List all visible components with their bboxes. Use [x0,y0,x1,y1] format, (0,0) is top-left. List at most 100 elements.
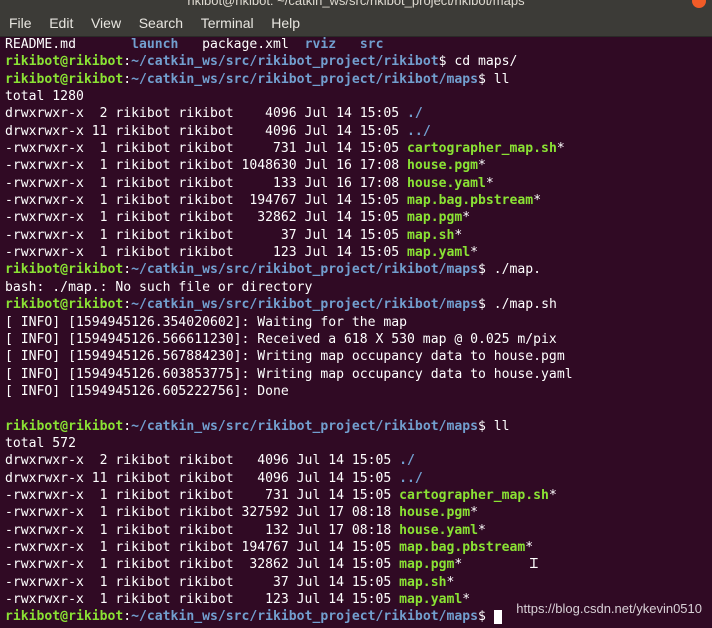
terminal-output[interactable]: README.md launch package.xml rviz src rik… [0,36,712,628]
terminal-text: : [123,609,132,625]
terminal-line: [ INFO] [1594945126.354020602]: Waiting … [5,314,573,331]
terminal-text: * [462,210,471,226]
terminal-line: -rwxrwxr-x 1 rikibot rikibot 37 Jul 14 1… [5,227,573,244]
terminal-line: -rwxrwxr-x 1 rikibot rikibot 194767 Jul … [5,539,573,556]
terminal-text: * [533,193,542,209]
terminal-path-text: ~/catkin_ws/src/rikibot_project/rikibot/… [131,297,478,313]
terminal-text: * [454,227,463,243]
terminal-text: -rwxrwxr-x 1 rikibot rikibot 194767 Jul … [5,193,408,209]
terminal-exec-text: map.yaml [399,592,463,607]
title-bar: rikibot@rikibot: ~/catkin_ws/src/rikibot… [0,0,712,10]
terminal-text: : [123,54,132,70]
terminal-line: total 1280 [5,88,573,105]
terminal-text: * [556,141,565,157]
terminal-line: bash: ./map.: No such file or directory [5,279,573,296]
terminal-line: [ INFO] [1594945126.605222756]: Done [5,383,573,400]
menu-edit[interactable]: Edit [49,10,73,36]
terminal-line: -rwxrwxr-x 1 rikibot rikibot 132 Jul 17 … [5,522,573,539]
terminal-exec-text: house.yaml [407,175,486,191]
terminal-line: -rwxrwxr-x 1 rikibot rikibot 731 Jul 14 … [5,487,573,504]
terminal-path-text: ~/catkin_ws/src/rikibot_project/rikibot/… [131,418,478,434]
terminal-exec-text: map.yaml [407,245,471,261]
terminal-dir-text: ../ [407,123,431,139]
menu-file[interactable]: File [9,10,32,36]
terminal-line: rikibot@rikibot:~/catkin_ws/src/rikibot_… [5,296,573,313]
terminal-exec-text: house.pgm [399,505,471,521]
terminal-text: drwxrwxr-x 2 rikibot rikibot 4096 Jul 14… [5,453,400,469]
terminal-prompt-text: rikibot@rikibot [5,297,124,313]
terminal-text: drwxrwxr-x 2 rikibot rikibot 4096 Jul 14… [5,106,408,122]
terminal-line: total 572 [5,435,573,452]
terminal-path-text: ~/catkin_ws/src/rikibot_project/rikibot/… [131,71,478,87]
terminal-text: : [123,262,132,278]
menu-view[interactable]: View [91,10,121,36]
terminal-line: drwxrwxr-x 2 rikibot rikibot 4096 Jul 14… [5,452,573,469]
terminal-line: -rwxrwxr-x 1 rikibot rikibot 123 Jul 14 … [5,244,573,261]
terminal-text: -rwxrwxr-x 1 rikibot rikibot 1048630 Jul… [5,158,408,174]
terminal-exec-text: cartographer_map.sh [407,141,557,157]
terminal-line: -rwxrwxr-x 1 rikibot rikibot 731 Jul 14 … [5,140,573,157]
block-cursor [493,609,502,624]
terminal-text: -rwxrwxr-x 1 rikibot rikibot 327592 Jul … [5,505,400,521]
terminal-path-text: ~/catkin_ws/src/rikibot_project/rikibot/… [131,609,478,625]
terminal-line: rikibot@rikibot:~/catkin_ws/src/rikibot_… [5,418,573,435]
terminal-text: [ INFO] [1594945126.567884230]: Writing … [5,349,565,365]
terminal-exec-text: house.yaml [399,522,478,538]
terminal-text: total 572 [5,435,76,451]
terminal-line: -rwxrwxr-x 1 rikibot rikibot 1048630 Jul… [5,157,573,174]
terminal-text: -rwxrwxr-x 1 rikibot rikibot 132 Jul 17 … [5,522,400,538]
terminal-text: -rwxrwxr-x 1 rikibot rikibot 32862 Jul 1… [5,557,400,573]
terminal-prompt-text: rikibot@rikibot [5,262,124,278]
terminal-text: -rwxrwxr-x 1 rikibot rikibot 731 Jul 14 … [5,141,408,157]
terminal-line: -rwxrwxr-x 1 rikibot rikibot 123 Jul 14 … [5,591,573,608]
terminal-prompt-text: rikibot@rikibot [5,418,124,434]
terminal-line: drwxrwxr-x 2 rikibot rikibot 4096 Jul 14… [5,105,573,122]
terminal-line: -rwxrwxr-x 1 rikibot rikibot 37 Jul 14 1… [5,574,573,591]
terminal-line: -rwxrwxr-x 1 rikibot rikibot 133 Jul 16 … [5,175,573,192]
terminal-text: $ cd maps/ [438,54,518,70]
terminal-text: * [548,487,557,503]
terminal-exec-text: map.bag.pbstream [399,539,526,555]
terminal-line: rikibot@rikibot:~/catkin_ws/src/rikibot_… [5,53,573,70]
terminal-text: -rwxrwxr-x 1 rikibot rikibot 731 Jul 14 … [5,487,400,503]
terminal-text: -rwxrwxr-x 1 rikibot rikibot 37 Jul 14 1… [5,227,408,243]
terminal-line: -rwxrwxr-x 1 rikibot rikibot 32862 Jul 1… [5,556,573,573]
terminal-exec-text: cartographer_map.sh [399,487,549,503]
terminal-line: [ INFO] [1594945126.567884230]: Writing … [5,348,573,365]
terminal-text: package.xml [202,37,289,52]
terminal-path-text: ~/catkin_ws/src/rikibot_project/rikibot [131,54,439,70]
terminal-dir-text: rviz [304,37,337,52]
terminal-text: -rwxrwxr-x 1 rikibot rikibot 123 Jul 14 … [5,245,408,261]
terminal-text: drwxrwxr-x 11 rikibot rikibot 4096 Jul 1… [5,470,400,486]
menu-terminal[interactable]: Terminal [201,10,254,36]
terminal-text: -rwxrwxr-x 1 rikibot rikibot 194767 Jul … [5,539,400,555]
terminal-text: * [478,522,486,538]
terminal-text: * [478,158,486,174]
terminal-line: rikibot@rikibot:~/catkin_ws/src/rikibot_… [5,608,573,625]
terminal-text: [ INFO] [1594945126.566611230]: Received… [5,331,557,347]
menu-search[interactable]: Search [139,10,183,36]
menu-help[interactable]: Help [271,10,300,36]
terminal-text: * [446,574,455,590]
terminal-line: [ INFO] [1594945126.566611230]: Received… [5,331,573,348]
terminal-text: README.md [5,37,132,52]
terminal-text: $ [478,609,494,625]
terminal-path-text: ~/catkin_ws/src/rikibot_project/rikibot/… [131,262,478,278]
terminal-exec-text: map.sh [399,574,447,590]
terminal-line: -rwxrwxr-x 1 rikibot rikibot 32862 Jul 1… [5,209,573,226]
terminal-line: [ INFO] [1594945126.603853775]: Writing … [5,366,573,383]
terminal-text: : [123,297,132,313]
watermark: https://blog.csdn.net/ykevin0510 [516,601,702,616]
window-title: rikibot@rikibot: ~/catkin_ws/src/rikibot… [187,0,525,8]
terminal-text: total 1280 [5,89,84,105]
terminal-dir-text: ./ [399,453,415,469]
terminal-exec-text: map.pgm [407,210,463,226]
terminal-exec-text: map.bag.pbstream [407,193,534,209]
terminal-text: $ ll [478,71,510,87]
terminal-prompt-text: rikibot@rikibot [5,71,124,87]
terminal-text: * [470,505,478,521]
menu-bar: File Edit View Search Terminal Help [0,10,712,37]
